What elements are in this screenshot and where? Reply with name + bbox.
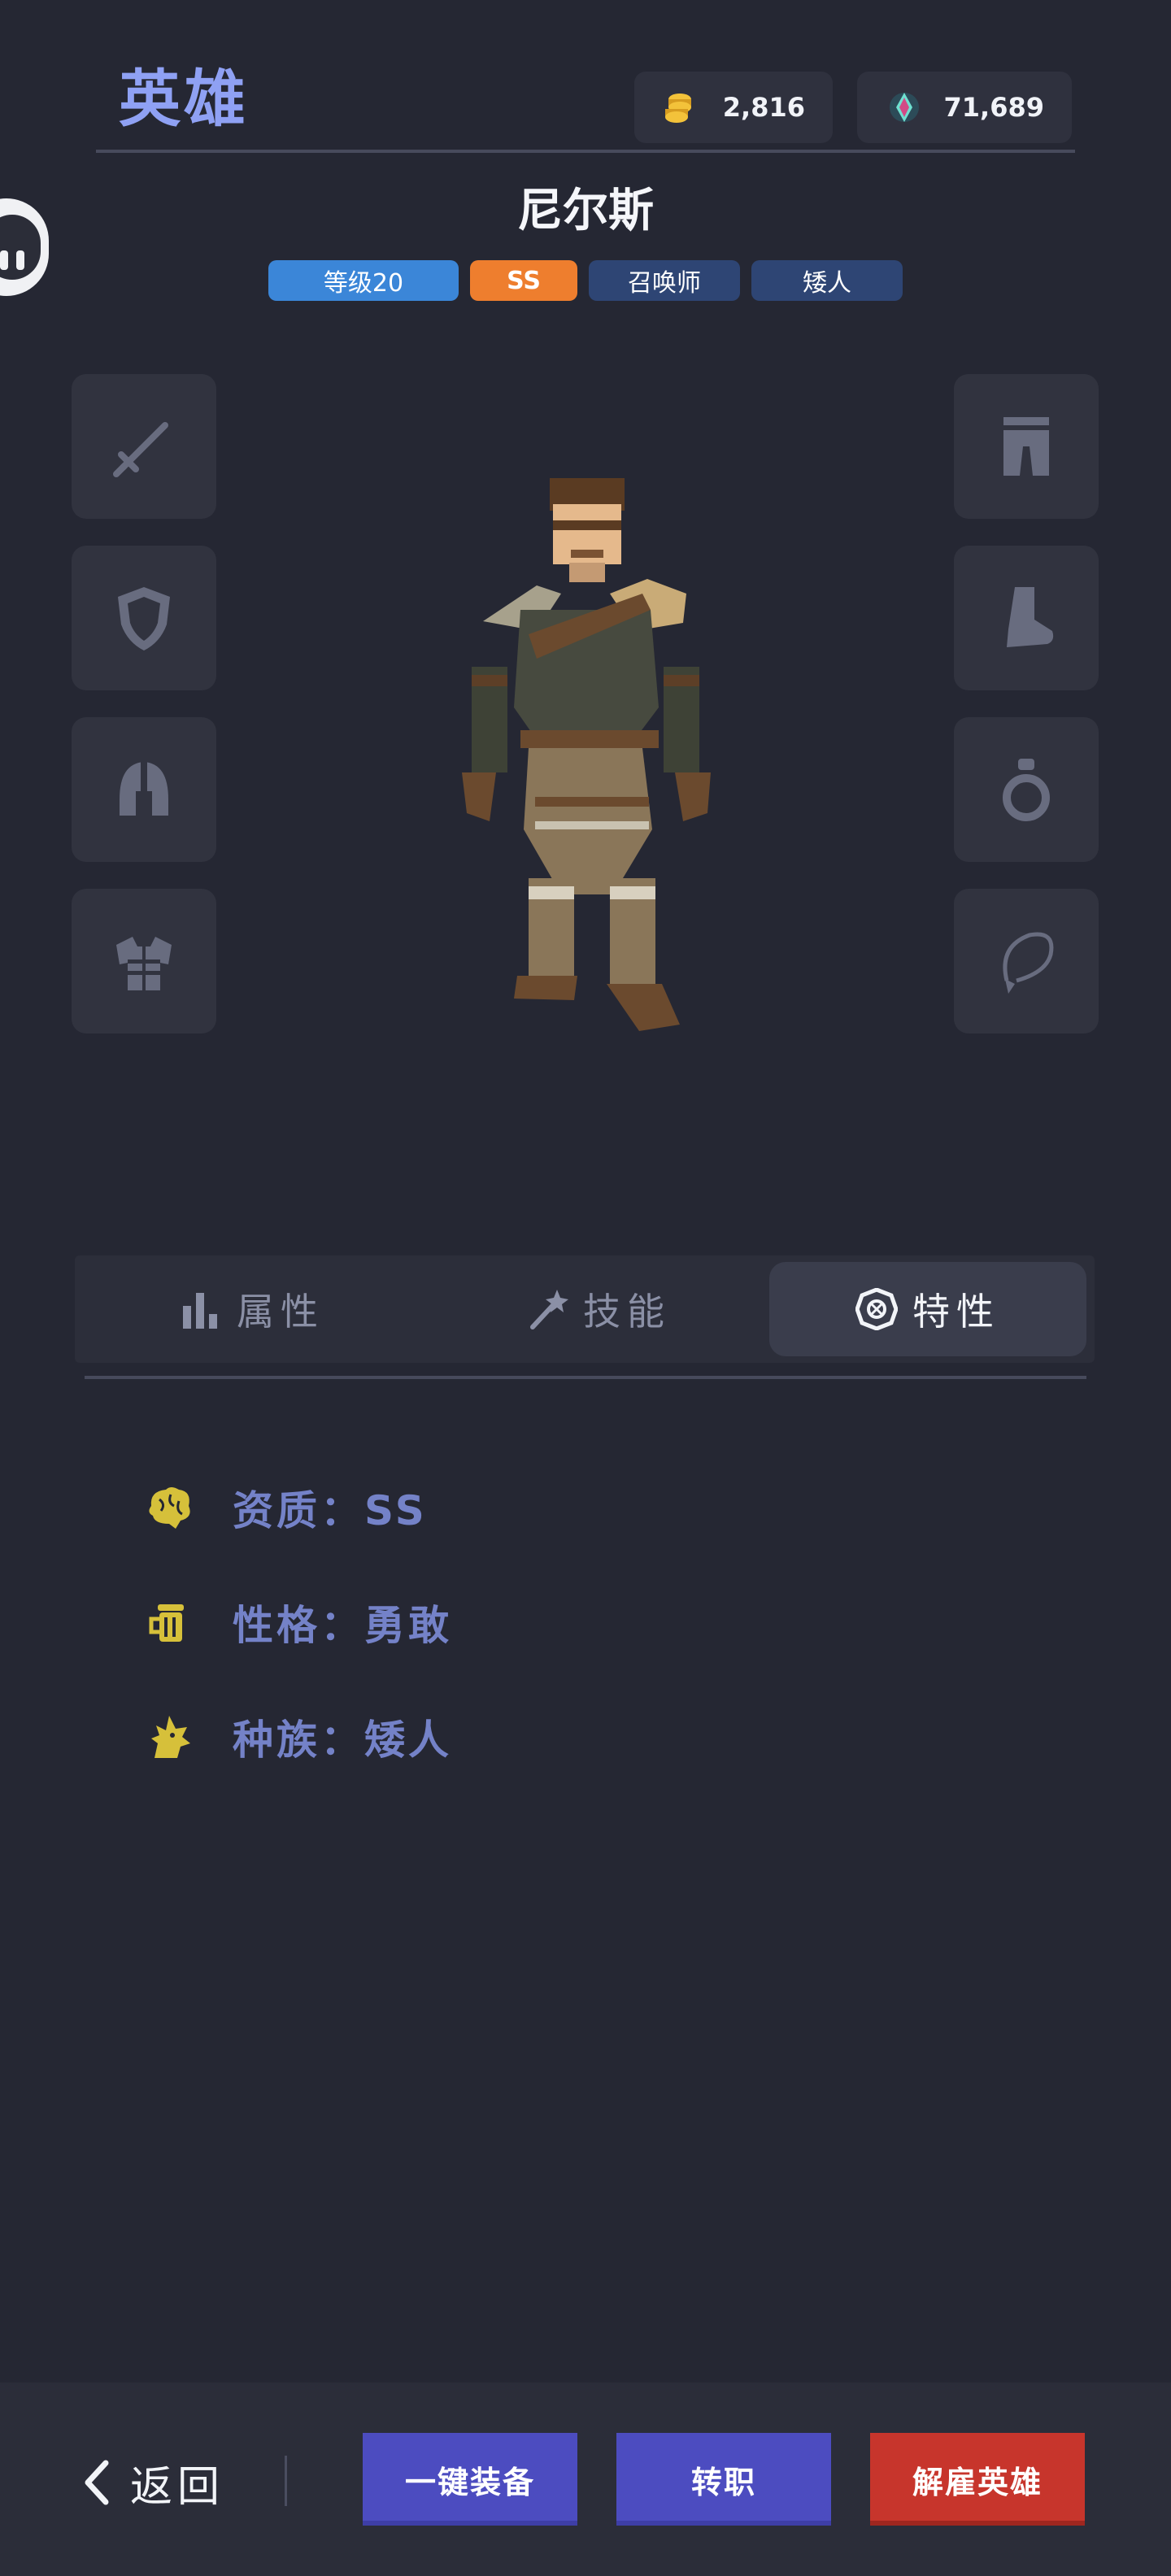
tab-skills-label: 技能	[583, 1290, 671, 1334]
gold-coins-icon	[665, 94, 691, 123]
weapon-slot[interactable]	[72, 374, 216, 519]
trait-aptitude-label: 资质：SS	[233, 1487, 428, 1534]
legs-slot[interactable]	[954, 374, 1099, 519]
crystal-value: 71,689	[943, 92, 1044, 123]
shield-icon	[118, 587, 170, 651]
ring-icon	[1003, 759, 1050, 821]
trait-aptitude: 资质：SS	[143, 1475, 428, 1540]
back-button[interactable]: 返回	[81, 2448, 224, 2517]
level-badge: 等级20	[268, 260, 459, 301]
tab-attributes[interactable]: 属性	[85, 1262, 420, 1356]
equip-all-button[interactable]: 一键装备	[363, 2433, 577, 2526]
hero-tags: 等级20 SS 召唤师 矮人	[0, 260, 1171, 301]
ring-slot[interactable]	[954, 717, 1099, 862]
trait-personality-label: 性格：勇敢	[233, 1602, 452, 1649]
tab-traits[interactable]: 特性	[769, 1262, 1086, 1356]
trait-race-label: 种族：矮人	[233, 1717, 452, 1764]
crystal-currency[interactable]: 71,689	[857, 72, 1072, 143]
tab-traits-label: 特性	[912, 1290, 1000, 1334]
mug-icon	[149, 1604, 184, 1642]
change-class-button[interactable]: 转职	[616, 2433, 831, 2526]
chest-armor-icon	[116, 937, 172, 990]
gold-value: 2,816	[722, 92, 805, 123]
dismiss-hero-button[interactable]: 解雇英雄	[870, 2433, 1085, 2526]
grade-badge: SS	[470, 260, 577, 301]
header-divider	[96, 150, 1075, 153]
trait-race: 种族：矮人	[143, 1704, 452, 1769]
bar-chart-icon	[183, 1293, 217, 1329]
sword-icon	[113, 422, 168, 477]
pants-icon	[1003, 417, 1049, 476]
trait-badge-icon	[855, 1288, 898, 1330]
brain-icon	[149, 1487, 190, 1529]
back-label: 返回	[130, 2462, 225, 2512]
tabs-divider	[85, 1376, 1086, 1379]
armor-slot[interactable]	[72, 889, 216, 1033]
necklace-icon	[1003, 932, 1054, 994]
hero-portrait	[462, 478, 711, 1031]
race-badge: 矮人	[751, 260, 903, 301]
hero-name: 尼尔斯	[517, 185, 654, 237]
magic-wand-icon	[530, 1290, 568, 1329]
page-title: 英雄	[119, 63, 249, 135]
tab-skills[interactable]: 技能	[431, 1262, 766, 1356]
trait-personality: 性格：勇敢	[143, 1590, 452, 1655]
boots-slot[interactable]	[954, 546, 1099, 690]
necklace-slot[interactable]	[954, 889, 1099, 1033]
tab-attributes-label: 属性	[237, 1290, 324, 1334]
dragon-icon	[151, 1716, 190, 1758]
footer-separator	[285, 2456, 287, 2506]
helmet-icon	[120, 762, 168, 816]
boots-icon	[1007, 587, 1054, 647]
helmet-slot[interactable]	[72, 717, 216, 862]
gold-currency[interactable]: 2,816	[634, 72, 833, 143]
shield-slot[interactable]	[72, 546, 216, 690]
crystal-gem-icon	[890, 93, 919, 122]
chevron-left-icon	[85, 2460, 109, 2505]
class-badge: 召唤师	[589, 260, 740, 301]
